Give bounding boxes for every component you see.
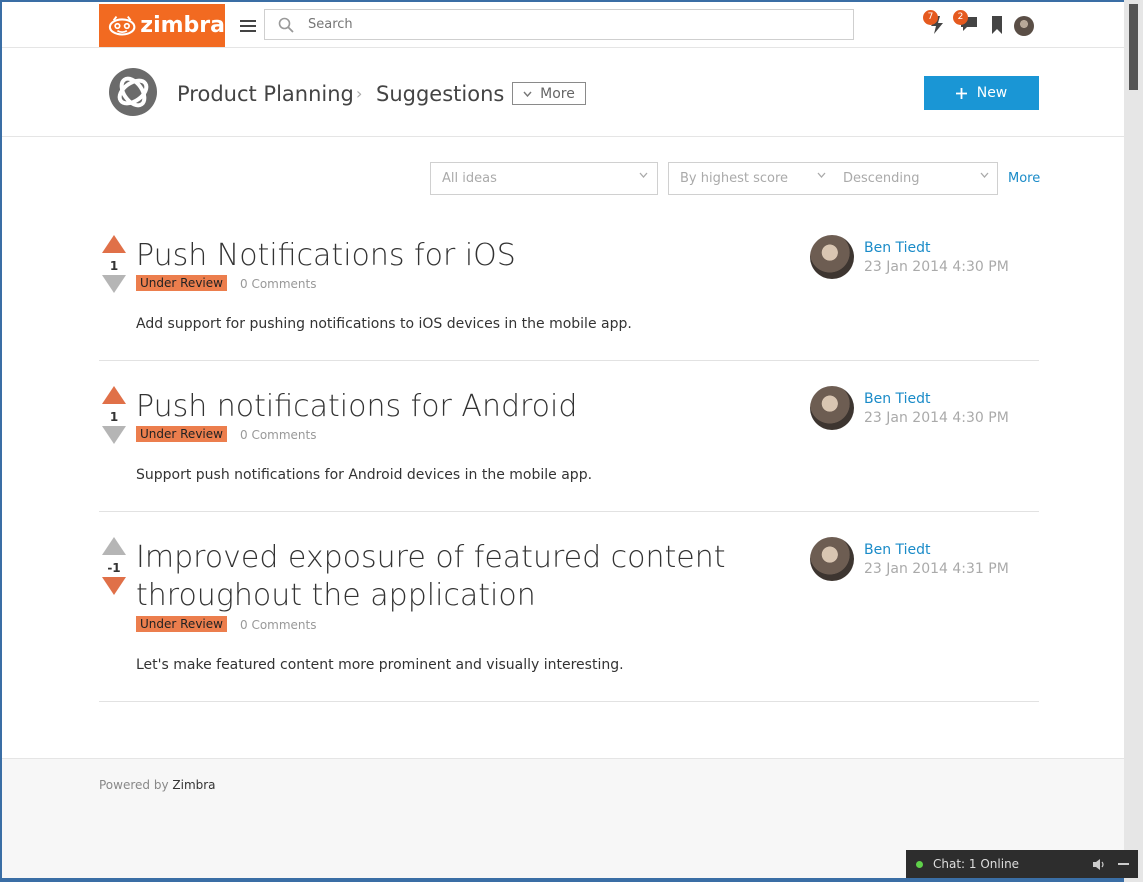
idea-title-link[interactable]: Push Notifications for iOS xyxy=(136,237,756,275)
vote-score: 1 xyxy=(109,410,119,424)
comments-link[interactable]: 0 Comments xyxy=(240,618,317,632)
sort-filter: By highest score Descending xyxy=(668,162,998,195)
vote-widget: -1 xyxy=(102,537,126,599)
notifications-badge: 7 xyxy=(923,10,938,25)
status-badge: Under Review xyxy=(136,426,227,442)
new-idea-button[interactable]: New xyxy=(924,76,1039,110)
messages-button[interactable]: 2 xyxy=(953,10,978,36)
vote-score: 1 xyxy=(109,259,119,273)
place-more-label: More xyxy=(540,85,575,102)
powered-prefix: Powered by xyxy=(99,778,169,792)
upvote-arrow-icon[interactable] xyxy=(102,537,126,555)
filters-more-link[interactable]: More xyxy=(1008,171,1040,186)
vote-score: -1 xyxy=(107,561,121,575)
sort-order-select[interactable]: Descending xyxy=(843,171,920,186)
downvote-arrow-icon[interactable] xyxy=(102,426,126,444)
browser-viewport: zimbra 7 2 xyxy=(2,2,1124,878)
downvote-arrow-icon[interactable] xyxy=(102,275,126,293)
idea-title-link[interactable]: Improved exposure of featured content th… xyxy=(136,539,756,615)
search-input[interactable] xyxy=(306,16,810,33)
plus-icon xyxy=(955,87,967,99)
chat-bar[interactable]: Chat: 1 Online xyxy=(906,850,1138,878)
idea-description: Add support for pushing notifications to… xyxy=(136,316,632,332)
breadcrumb-parent[interactable]: Product Planning xyxy=(177,82,354,106)
ideas-filter-select[interactable]: All ideas xyxy=(430,162,658,195)
author-avatar[interactable] xyxy=(810,235,854,279)
vote-widget: 1 xyxy=(102,235,126,297)
bookmarks-button[interactable] xyxy=(992,16,1002,38)
bookmark-icon xyxy=(992,16,1002,34)
comments-link[interactable]: 0 Comments xyxy=(240,277,317,291)
place-header: Product Planning › Suggestions More New xyxy=(2,48,1124,137)
new-label: New xyxy=(976,85,1008,101)
powered-by-text: Powered by Zimbra xyxy=(99,778,216,792)
upvote-arrow-icon[interactable] xyxy=(102,386,126,404)
user-avatar[interactable] xyxy=(1014,16,1034,36)
breadcrumb-current: Suggestions xyxy=(376,82,505,106)
search-icon xyxy=(278,17,294,33)
sort-by-select[interactable]: By highest score xyxy=(680,171,830,186)
speaker-icon[interactable] xyxy=(1093,858,1106,870)
online-status-icon xyxy=(916,860,923,868)
author-name-link[interactable]: Ben Tiedt xyxy=(864,240,931,256)
idea-date: 23 Jan 2014 4:30 PM xyxy=(864,410,1009,426)
author-avatar[interactable] xyxy=(810,537,854,581)
idea-item: 1 Push Notifications for iOS Under Revie… xyxy=(99,235,1039,361)
author-avatar[interactable] xyxy=(810,386,854,430)
idea-description: Support push notifications for Android d… xyxy=(136,467,593,483)
author-name-link[interactable]: Ben Tiedt xyxy=(864,391,931,407)
notifications-button[interactable]: 7 xyxy=(923,10,944,38)
zimbra-logo-icon xyxy=(108,15,136,36)
ideas-filter-value: All ideas xyxy=(442,171,497,186)
powered-brand-link[interactable]: Zimbra xyxy=(172,778,215,792)
minimize-icon[interactable] xyxy=(1118,862,1129,866)
idea-item: 1 Push notifications for Android Under R… xyxy=(99,386,1039,512)
menu-icon[interactable] xyxy=(240,20,256,32)
top-navigation: zimbra 7 2 xyxy=(2,2,1124,48)
status-badge: Under Review xyxy=(136,616,227,632)
chevron-down-icon xyxy=(817,172,826,178)
chevron-down-icon xyxy=(523,91,532,97)
idea-date: 23 Jan 2014 4:31 PM xyxy=(864,561,1009,577)
upvote-arrow-icon[interactable] xyxy=(102,235,126,253)
chat-label: Chat: 1 Online xyxy=(933,857,1020,871)
search-box[interactable] xyxy=(264,9,854,40)
vertical-scrollbar[interactable] xyxy=(1124,0,1143,882)
zimbra-logo[interactable]: zimbra xyxy=(99,4,225,47)
idea-description: Let's make featured content more promine… xyxy=(136,657,624,673)
downvote-arrow-icon[interactable] xyxy=(102,577,126,595)
vote-widget: 1 xyxy=(102,386,126,448)
chevron-down-icon xyxy=(980,172,989,178)
chevron-right-icon: › xyxy=(356,84,363,103)
idea-title-link[interactable]: Push notifications for Android xyxy=(136,388,756,426)
status-badge: Under Review xyxy=(136,275,227,291)
comments-link[interactable]: 0 Comments xyxy=(240,428,317,442)
messages-badge: 2 xyxy=(953,10,968,25)
author-name-link[interactable]: Ben Tiedt xyxy=(864,542,931,558)
logo-text: zimbra xyxy=(140,13,225,38)
place-globe-icon xyxy=(109,68,157,116)
scrollbar-thumb[interactable] xyxy=(1129,4,1138,90)
place-more-button[interactable]: More xyxy=(512,82,586,105)
idea-item: -1 Improved exposure of featured content… xyxy=(99,537,1039,702)
chevron-down-icon xyxy=(639,172,648,178)
idea-date: 23 Jan 2014 4:30 PM xyxy=(864,259,1009,275)
